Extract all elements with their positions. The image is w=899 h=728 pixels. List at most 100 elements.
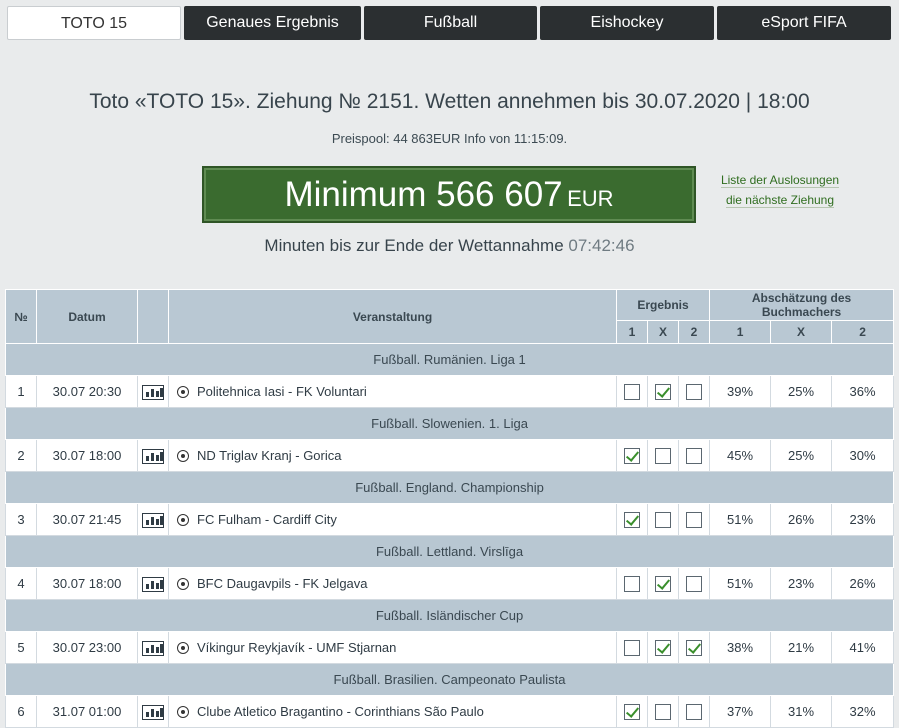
countdown-label: Minuten bis zur Ende der Wettannahme (264, 236, 564, 255)
estimate-1: 51% (709, 503, 772, 536)
stats-icon[interactable] (142, 640, 164, 656)
result-cell-1 (616, 439, 648, 472)
match-no: 5 (5, 631, 37, 664)
event-cell: FC Fulham - Cardiff City (168, 503, 617, 536)
result-checkbox-2[interactable] (686, 703, 703, 720)
tab-esport-fifa[interactable]: eSport FIFA (717, 6, 891, 40)
result-checkbox-2[interactable] (686, 511, 703, 528)
event-name: FC Fulham - Cardiff City (197, 512, 337, 527)
result-checkbox-2[interactable] (686, 447, 703, 464)
event-cell: ND Triglav Kranj - Gorica (168, 439, 617, 472)
result-cell-1 (616, 375, 648, 408)
result-checkbox-1[interactable] (624, 575, 640, 592)
next-draw-link[interactable]: die nächste Ziehung (725, 193, 835, 208)
tab-eishockey[interactable]: Eishockey (540, 6, 714, 40)
event-cell: Clube Atletico Bragantino - Corinthians … (168, 695, 617, 728)
league-title: Fußball. Slowenien. 1. Liga (4, 407, 895, 440)
match-row: 4 30.07 18:00 BFC Daugavpils - FK Jelgava 5… (5, 567, 895, 600)
result-cell-2 (677, 631, 711, 664)
match-date: 30.07 20:30 (36, 375, 138, 408)
result-cell-x (647, 695, 679, 728)
estimate-1: 37% (709, 695, 772, 728)
result-checkbox-1[interactable] (624, 511, 640, 528)
matches-table: № Datum Veranstaltung Ergebnis Abschätzu… (4, 289, 895, 728)
result-checkbox-1[interactable] (624, 639, 640, 656)
league-title: Fußball. Lettland. Virslīga (4, 535, 895, 568)
result-cell-x (647, 631, 679, 664)
col-header-event: Veranstaltung (168, 289, 617, 344)
col-header-result-1: 1 (616, 320, 648, 344)
league-row: Fußball. Lettland. Virslīga (4, 535, 895, 568)
result-checkbox-2[interactable] (686, 639, 703, 656)
event-cell: BFC Daugavpils - FK Jelgava (168, 567, 617, 600)
side-links: Liste der Auslosungen die nächste Ziehun… (712, 170, 848, 210)
match-no: 6 (5, 695, 37, 728)
stats-icon[interactable] (142, 448, 164, 464)
estimate-2: 23% (831, 503, 895, 536)
col-header-date: Datum (36, 289, 138, 344)
tab-fussball[interactable]: Fußball (364, 6, 537, 40)
col-header-estimate-x: X (770, 320, 833, 344)
tab-toto15[interactable]: TOTO 15 (7, 6, 181, 40)
result-checkbox-1[interactable] (624, 447, 640, 464)
estimate-2: 36% (831, 375, 895, 408)
event-cell: Víkingur Reykjavík - UMF Stjarnan (168, 631, 617, 664)
stats-cell (137, 375, 169, 408)
estimate-2: 26% (831, 567, 895, 600)
event-name: Clube Atletico Bragantino - Corinthians … (197, 704, 484, 719)
stats-cell (137, 695, 169, 728)
stats-cell (137, 631, 169, 664)
soccer-ball-icon (177, 578, 189, 590)
estimate-x: 31% (770, 695, 833, 728)
estimate-2: 41% (831, 631, 895, 664)
estimate-1: 45% (709, 439, 772, 472)
result-cell-x (647, 503, 679, 536)
result-checkbox-x[interactable] (655, 383, 671, 400)
match-row: 1 30.07 20:30 Politehnica Iasi - FK Volunt… (5, 375, 895, 408)
estimate-1: 38% (709, 631, 772, 664)
soccer-ball-icon (177, 386, 189, 398)
estimate-x: 21% (770, 631, 833, 664)
result-checkbox-x[interactable] (655, 639, 671, 656)
estimate-2: 30% (831, 439, 895, 472)
league-row: Fußball. Slowenien. 1. Liga (4, 407, 895, 440)
col-header-result-x: X (647, 320, 679, 344)
col-header-no: № (5, 289, 37, 344)
result-checkbox-x[interactable] (655, 575, 671, 592)
match-row: 2 30.07 18:00 ND Triglav Kranj - Gorica 45%… (5, 439, 895, 472)
stats-icon[interactable] (142, 512, 164, 528)
event-name: Víkingur Reykjavík - UMF Stjarnan (197, 640, 397, 655)
match-no: 4 (5, 567, 37, 600)
result-cell-1 (616, 631, 648, 664)
match-row: 3 30.07 21:45 FC Fulham - Cardiff City 51% 2… (5, 503, 895, 536)
result-checkbox-x[interactable] (655, 703, 671, 720)
result-cell-1 (616, 695, 648, 728)
draw-list-link[interactable]: Liste der Auslosungen (720, 173, 840, 188)
stats-icon[interactable] (142, 704, 164, 720)
countdown: Minuten bis zur Ende der Wettannahme 07:… (0, 236, 899, 256)
result-checkbox-1[interactable] (624, 703, 640, 720)
tab-genaues-ergebnis[interactable]: Genaues Ergebnis (184, 6, 361, 40)
estimate-2: 32% (831, 695, 895, 728)
league-title: Fußball. Rumänien. Liga 1 (4, 343, 895, 376)
stats-icon[interactable] (142, 384, 164, 400)
stats-icon[interactable] (142, 576, 164, 592)
stats-cell (137, 439, 169, 472)
result-checkbox-2[interactable] (686, 383, 703, 400)
match-date: 30.07 18:00 (36, 439, 138, 472)
result-checkbox-x[interactable] (655, 511, 671, 528)
result-cell-2 (677, 695, 711, 728)
col-header-result-2: 2 (677, 320, 711, 344)
result-checkbox-1[interactable] (624, 383, 640, 400)
estimate-x: 25% (770, 375, 833, 408)
result-checkbox-x[interactable] (655, 447, 671, 464)
tab-bar: TOTO 15 Genaues Ergebnis Fußball Eishock… (0, 0, 899, 40)
result-checkbox-2[interactable] (686, 575, 703, 592)
match-no: 3 (5, 503, 37, 536)
prize-pool-info: Preispool: 44 863EUR Info von 11:15:09. (331, 131, 568, 146)
result-cell-2 (677, 439, 711, 472)
match-date: 30.07 21:45 (36, 503, 138, 536)
event-name: ND Triglav Kranj - Gorica (197, 448, 342, 463)
match-row: 5 30.07 23:00 Víkingur Reykjavík - UMF Stj… (5, 631, 895, 664)
countdown-time: 07:42:46 (568, 236, 635, 255)
